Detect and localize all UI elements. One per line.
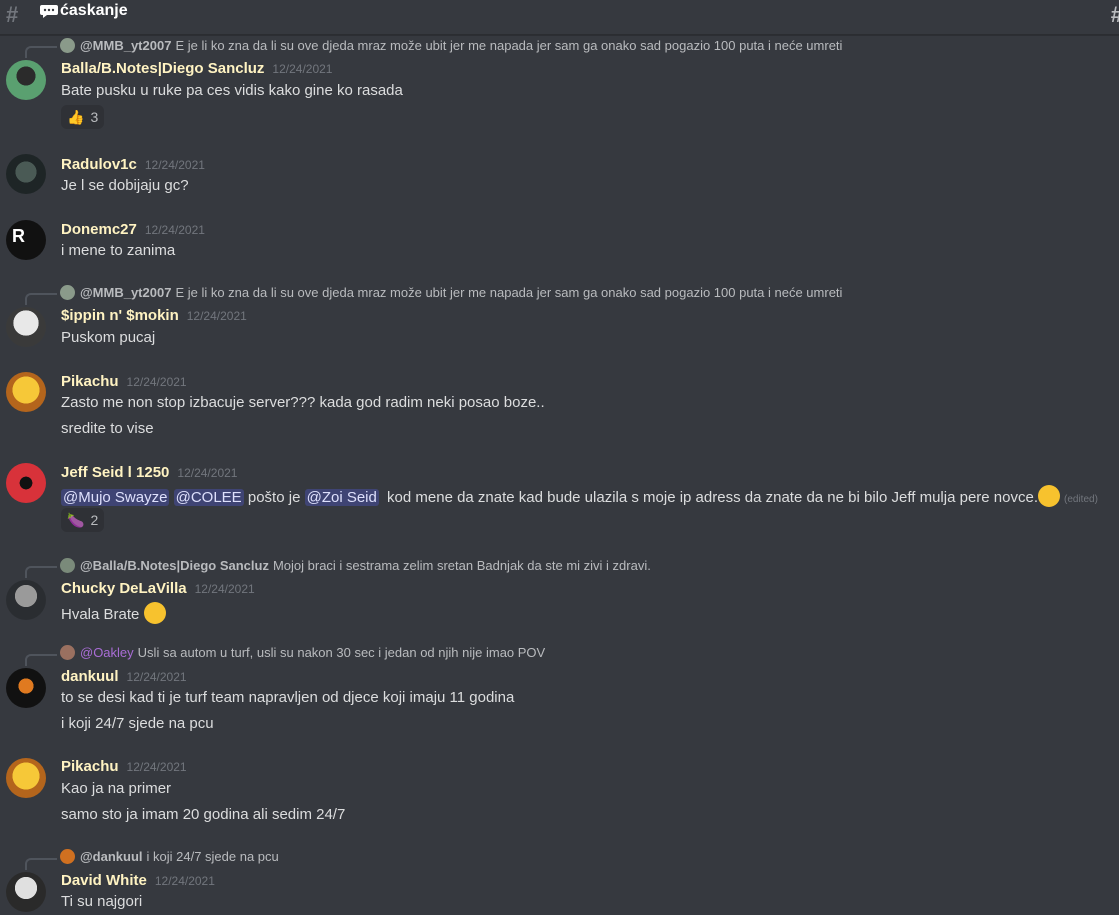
message-text: samo sto ja imam 20 godina ali sedim 24/… [61, 806, 346, 823]
message-timestamp: 12/24/2021 [186, 309, 247, 323]
message-text: Kao ja na primer [61, 780, 172, 797]
avatar[interactable] [6, 372, 46, 412]
thumbs-up-icon: 👍 [67, 108, 85, 125]
message-timestamp: 12/24/2021 [144, 223, 205, 237]
message-author[interactable]: Pikachu 12/24/2021 [61, 373, 187, 390]
message: @dankuul i koji 24/7 sjede na pcu David W… [0, 848, 1119, 915]
message-text: @Mujo Swayze @COLEE pošto je @Zoi Seid k… [61, 485, 1098, 507]
message-text: to se desi kad ti je turf team napravlje… [61, 689, 515, 706]
message-author[interactable]: Donemc27 12/24/2021 [61, 221, 205, 238]
eggplant-icon: 🍆 [67, 511, 85, 528]
message-timestamp: 12/24/2021 [126, 375, 187, 389]
reply-author[interactable]: @Balla/B.Notes|Diego Sancluz [80, 558, 269, 573]
message-text: Bate pusku u ruke pa ces vidis kako gine… [61, 82, 403, 99]
message: Pikachu 12/24/2021 Zasto me non stop izba… [0, 372, 1119, 442]
reply-author[interactable]: @MMB_yt2007 [80, 285, 171, 300]
avatar[interactable] [6, 758, 46, 798]
message-text: Zasto me non stop izbacuje server??? kad… [61, 394, 545, 411]
message-timestamp: 12/24/2021 [194, 582, 255, 596]
message-text: i mene to zanima [61, 242, 176, 259]
reaction-count: 2 [90, 512, 99, 528]
reply-author[interactable]: @Oakley [80, 645, 134, 660]
message-author[interactable]: Radulov1c 12/24/2021 [61, 156, 205, 173]
speech-bubble-icon [40, 5, 58, 18]
mention[interactable]: @COLEE [173, 489, 244, 506]
reply-preview[interactable]: @MMB_yt2007 E je li ko zna da li su ove d… [60, 285, 842, 300]
threads-icon[interactable]: # [1111, 2, 1119, 28]
reply-text: i koji 24/7 sjede na pcu [146, 849, 279, 864]
reaction-eggplant[interactable]: 🍆 2 [61, 508, 105, 532]
reply-preview[interactable]: @Balla/B.Notes|Diego Sancluz Mojoj braci … [60, 558, 651, 573]
message: Jeff Seid l 1250 12/24/2021 @Mujo Swayze … [0, 463, 1119, 543]
reply-avatar [60, 285, 75, 300]
message-text: sredite to vise [61, 420, 154, 437]
reply-text: Usli sa autom u turf, usli su nakon 30 s… [137, 645, 546, 660]
channel-hash-icon: # [6, 2, 19, 27]
message-timestamp: 12/24/2021 [126, 760, 187, 774]
avatar[interactable] [6, 668, 46, 708]
reply-text: Mojoj braci i sestrama zelim sretan Badn… [272, 558, 651, 573]
message: @Balla/B.Notes|Diego Sancluz Mojoj braci … [0, 556, 1119, 626]
avatar[interactable] [6, 154, 46, 194]
reply-avatar [60, 558, 75, 573]
tears-of-joy-icon [1038, 485, 1060, 507]
message-timestamp: 12/24/2021 [272, 62, 333, 76]
avatar[interactable] [6, 872, 46, 912]
reply-avatar [60, 38, 75, 53]
message-timestamp: 12/24/2021 [154, 874, 215, 888]
message: @Oakley Usli sa autom u turf, usli su nak… [0, 644, 1119, 739]
message-timestamp: 12/24/2021 [177, 466, 238, 480]
reply-text: E je li ko zna da li su ove djeda mraz m… [175, 285, 843, 300]
avatar[interactable]: R [6, 220, 46, 260]
reply-author[interactable]: @MMB_yt2007 [80, 38, 171, 53]
message: Pikachu 12/24/2021 Kao ja na primer samo … [0, 758, 1119, 828]
message-timestamp: 12/24/2021 [126, 670, 187, 684]
mention[interactable]: @Mujo Swayze [61, 489, 170, 506]
message-text: Je l se dobijaju gc? [61, 177, 189, 194]
message-text: Puskom pucaj [61, 329, 156, 346]
avatar[interactable] [6, 307, 46, 347]
avatar[interactable] [6, 463, 46, 503]
reply-preview[interactable]: @MMB_yt2007 E je li ko zna da li su ove d… [60, 38, 842, 53]
reply-avatar [60, 849, 75, 864]
message-timestamp: 12/24/2021 [144, 158, 205, 172]
reaction-count: 3 [90, 109, 99, 125]
message-author[interactable]: Balla/B.Notes|Diego Sancluz 12/24/2021 [61, 60, 332, 77]
mention[interactable]: @Zoi Seid [304, 489, 379, 506]
message: @MMB_yt2007 E je li ko zna da li su ove d… [0, 283, 1119, 353]
message-author[interactable]: Chucky DeLaVilla 12/24/2021 [61, 580, 255, 597]
avatar[interactable] [6, 580, 46, 620]
reply-preview[interactable]: @dankuul i koji 24/7 sjede na pcu [60, 849, 279, 864]
reply-author[interactable]: @dankuul [80, 849, 143, 864]
message-author[interactable]: $ippin n' $mokin 12/24/2021 [61, 307, 247, 324]
message: @MMB_yt2007 E je li ko zna da li su ove d… [0, 36, 1119, 136]
reply-preview[interactable]: @Oakley Usli sa autom u turf, usli su nak… [60, 645, 545, 660]
edited-label: (edited) [1064, 494, 1098, 505]
channel-name: ćaskanje [60, 2, 128, 19]
message-author[interactable]: David White 12/24/2021 [61, 872, 215, 889]
message-author[interactable]: Jeff Seid l 1250 12/24/2021 [61, 464, 237, 481]
message-author[interactable]: Pikachu 12/24/2021 [61, 758, 187, 775]
message-text: i koji 24/7 sjede na pcu [61, 715, 214, 732]
reply-text: E je li ko zna da li su ove djeda mraz m… [175, 38, 843, 53]
message: Radulov1c 12/24/2021 Je l se dobijaju gc? [0, 154, 1119, 204]
smiley-icon [143, 602, 166, 624]
message-text: Ti su najgori [61, 893, 143, 910]
reply-avatar [60, 645, 75, 660]
avatar[interactable] [6, 60, 46, 100]
message-author[interactable]: dankuul 12/24/2021 [61, 668, 187, 685]
message: R Donemc27 12/24/2021 i mene to zanima [0, 220, 1119, 270]
reaction-thumbs-up[interactable]: 👍 3 [61, 105, 105, 129]
channel-header: # ćaskanje # [0, 0, 1119, 35]
message-text: Hvala Brate [61, 602, 166, 624]
